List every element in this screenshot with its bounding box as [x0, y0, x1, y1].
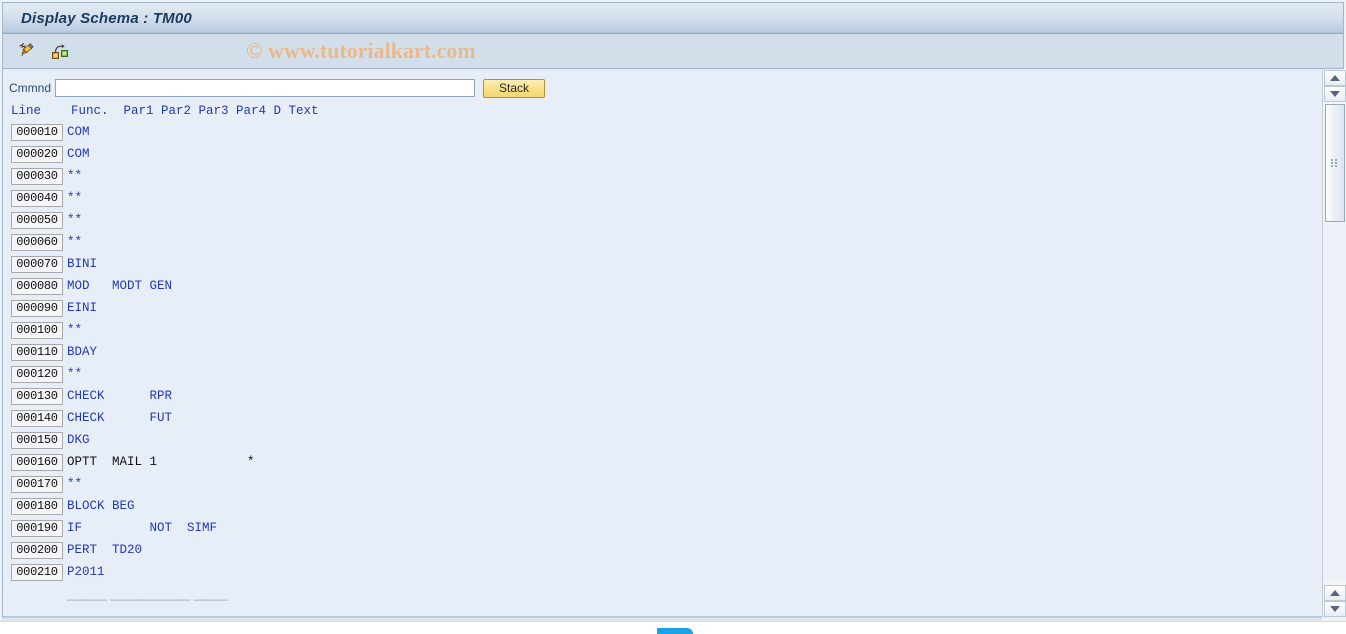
scroll-track[interactable]: [1323, 223, 1346, 581]
row-code-text: **: [67, 168, 83, 183]
vertical-scrollbar[interactable]: [1322, 69, 1346, 617]
table-row[interactable]: 000180 BLOCK BEG: [3, 495, 1322, 517]
schema-content-pane: Cmmnd Stack Line Func. Par1 Par2 Par3 Pa…: [2, 69, 1322, 617]
table-row[interactable]: 000040 **: [3, 187, 1322, 209]
row-code-text: **: [67, 234, 83, 249]
line-number[interactable]: 000180: [11, 497, 63, 515]
table-row[interactable]: 000030 **: [3, 165, 1322, 187]
navigate-icon: [50, 41, 70, 61]
command-label: Cmmnd: [9, 81, 52, 95]
scroll-thumb[interactable]: [1324, 104, 1345, 222]
row-code-text: OPTT MAIL 1 *: [67, 454, 255, 469]
row-code-text: DKG: [67, 432, 90, 447]
table-row[interactable]: 000090 EINI: [3, 297, 1322, 319]
line-number[interactable]: 000030: [11, 167, 63, 185]
application-toolbar: [2, 34, 1344, 69]
row-code-text: CHECK FUT: [67, 410, 173, 425]
table-row[interactable]: 000050 **: [3, 209, 1322, 231]
table-row[interactable]: 000100 **: [3, 319, 1322, 341]
table-row[interactable]: 000200 PERT TD20: [3, 539, 1322, 561]
table-column-header: Line Func. Par1 Par2 Par3 Par4 D Text: [11, 104, 319, 118]
scroll-up-button-bottom[interactable]: [1323, 585, 1346, 601]
line-number[interactable]: 000090: [11, 299, 63, 317]
triangle-down-icon: [1329, 91, 1340, 97]
row-code-text: **: [67, 190, 83, 205]
window-titlebar: Display Schema : TM00: [2, 2, 1344, 34]
line-number[interactable]: 000120: [11, 365, 63, 383]
line-number[interactable]: 000040: [11, 189, 63, 207]
table-row[interactable]: 000010 COM: [3, 121, 1322, 143]
line-number[interactable]: 000060: [11, 233, 63, 251]
table-row[interactable]: 000140 CHECK FUT: [3, 407, 1322, 429]
table-row[interactable]: 000020 COM: [3, 143, 1322, 165]
scroll-bottom-arrows: [1323, 585, 1346, 617]
line-number[interactable]: 000210: [11, 563, 63, 581]
scroll-up-button[interactable]: [1323, 70, 1346, 86]
line-number[interactable]: 000020: [11, 145, 63, 163]
line-number[interactable]: 000150: [11, 431, 63, 449]
row-code-text: IF NOT SIMF: [67, 520, 218, 535]
taskbar-item[interactable]: [657, 628, 693, 634]
table-row[interactable]: 000150 DKG: [3, 429, 1322, 451]
desktop-bottom-strip: [0, 621, 1346, 634]
line-number[interactable]: 000070: [11, 255, 63, 273]
row-code-text: MOD MODT GEN: [67, 278, 173, 293]
line-number[interactable]: 000170: [11, 475, 63, 493]
table-row[interactable]: 000120 **: [3, 363, 1322, 385]
cutoff-row: ______ ____________ _____: [67, 595, 1322, 611]
row-code-text: **: [67, 212, 83, 227]
table-row[interactable]: 000210 P2011: [3, 561, 1322, 583]
triangle-up-icon: [1329, 75, 1340, 81]
edit-pencil-icon: [16, 41, 36, 61]
row-code-text: COM: [67, 146, 90, 161]
scroll-down-button[interactable]: [1323, 86, 1346, 102]
row-code-text: **: [67, 322, 83, 337]
row-code-text: **: [67, 366, 83, 381]
table-row[interactable]: 000060 **: [3, 231, 1322, 253]
command-row: Cmmnd Stack: [3, 69, 1322, 101]
line-number[interactable]: 000100: [11, 321, 63, 339]
line-number[interactable]: 000110: [11, 343, 63, 361]
row-code-text: BINI: [67, 256, 98, 271]
navigate-button[interactable]: [47, 38, 73, 64]
page-title: Display Schema : TM00: [21, 9, 192, 27]
sap-window: Display Schema : TM00 © www.tutorialkart…: [0, 0, 1346, 634]
line-number[interactable]: 000130: [11, 387, 63, 405]
scroll-grip-icon: [1330, 159, 1339, 167]
table-row[interactable]: 000110 BDAY: [3, 341, 1322, 363]
row-code-text: PERT TD20: [67, 542, 143, 557]
row-code-text: BDAY: [67, 344, 98, 359]
table-row[interactable]: 000160 OPTT MAIL 1 *: [3, 451, 1322, 473]
triangle-down-icon-bottom: [1329, 606, 1340, 612]
line-number[interactable]: 000190: [11, 519, 63, 537]
table-row[interactable]: 000170 **: [3, 473, 1322, 495]
cutoff-row-text: ______ ____________ _____: [67, 595, 1322, 601]
line-number[interactable]: 000140: [11, 409, 63, 427]
line-number[interactable]: 000200: [11, 541, 63, 559]
line-number[interactable]: 000050: [11, 211, 63, 229]
scroll-down-button-bottom[interactable]: [1323, 601, 1346, 617]
row-code-text: CHECK RPR: [67, 388, 173, 403]
row-code-text: COM: [67, 124, 90, 139]
schema-rows: 000010 COM 000020 COM 000030 ** 000040 ** 000050…: [3, 121, 1322, 583]
line-number[interactable]: 000160: [11, 453, 63, 471]
table-row[interactable]: 000190 IF NOT SIMF: [3, 517, 1322, 539]
table-row[interactable]: 000130 CHECK RPR: [3, 385, 1322, 407]
line-number[interactable]: 000080: [11, 277, 63, 295]
row-code-text: EINI: [67, 300, 98, 315]
stack-button[interactable]: Stack: [483, 78, 545, 98]
line-number[interactable]: 000010: [11, 123, 63, 141]
table-row[interactable]: 000080 MOD MODT GEN: [3, 275, 1322, 297]
triangle-up-icon-bottom: [1329, 590, 1340, 596]
edit-pencil-button[interactable]: [13, 38, 39, 64]
row-code-text: P2011: [67, 564, 105, 579]
row-code-text: BLOCK BEG: [67, 498, 135, 513]
command-input[interactable]: [55, 79, 475, 97]
row-code-text: **: [67, 476, 83, 491]
table-row[interactable]: 000070 BINI: [3, 253, 1322, 275]
